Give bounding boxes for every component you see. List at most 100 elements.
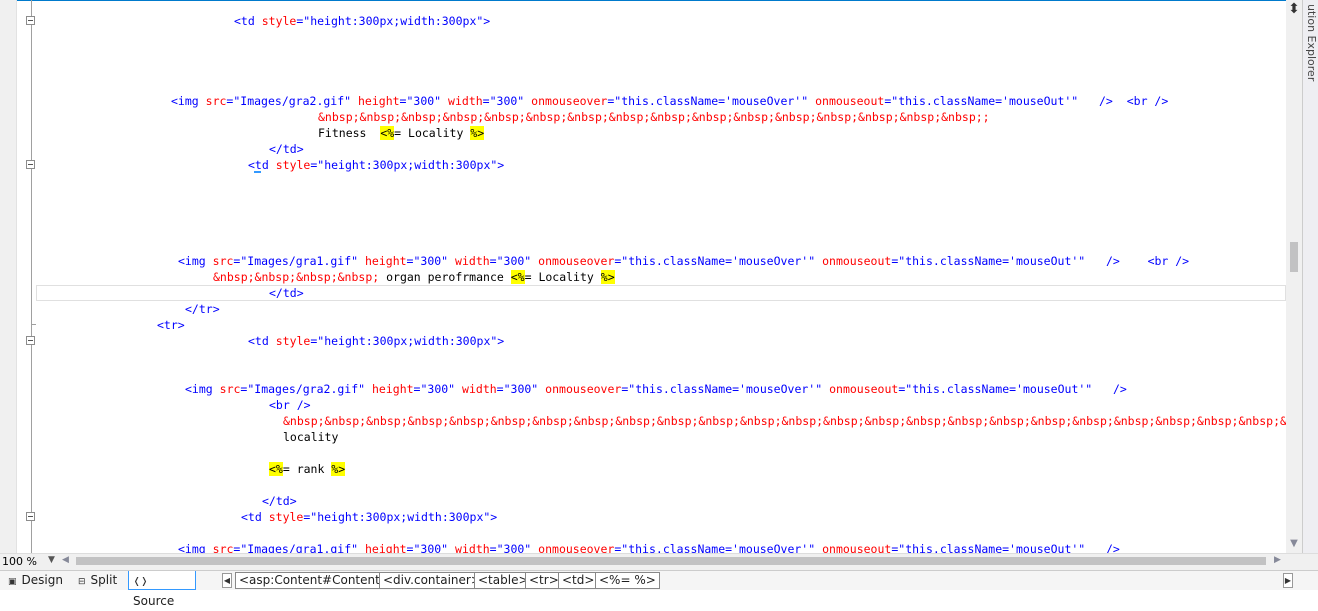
attribute-name: height [372, 382, 414, 396]
code-line[interactable]: locality [0, 429, 338, 445]
tag-name: <td [241, 510, 262, 524]
attribute-name: onmouseout [822, 542, 892, 553]
code-line[interactable]: <img src="Images/gra1.gif" height="300" … [0, 541, 1120, 553]
source-label: Source [133, 594, 175, 608]
design-view-button[interactable]: ▣ Design [4, 571, 67, 590]
attribute-name: width [462, 382, 497, 396]
text-content: Fitness [318, 126, 381, 140]
attribute-name: onmouseout [829, 382, 899, 396]
current-line-highlight [36, 285, 1286, 301]
server-expression: = rank [282, 462, 332, 476]
attribute-value: "height:300px;width:300px" [317, 158, 498, 172]
br-tag: <br /> [1147, 254, 1190, 268]
breadcrumb-item[interactable]: <%= %> [595, 572, 660, 589]
code-line[interactable]: <img src="Images/gra2.gif" height="300" … [0, 93, 1168, 109]
split-handle-icon[interactable]: ⬍ [1286, 0, 1302, 18]
solution-explorer-tab[interactable]: ution Explorer [1305, 4, 1318, 81]
attribute-name: onmouseover [545, 382, 622, 396]
text-content: locality [283, 430, 339, 444]
code-line[interactable]: <td style="height:300px;width:300px"> [0, 13, 490, 29]
split-icon: ⊟ [78, 577, 86, 587]
attribute-name: width [448, 94, 483, 108]
attribute-value: "300" [496, 542, 532, 553]
code-line[interactable]: <img src="Images/gra2.gif" height="300" … [0, 381, 1127, 397]
breadcrumb-item[interactable]: <asp:Content#Content2> [235, 572, 402, 589]
tag-close: /> [1113, 382, 1127, 396]
server-tag-close: %> [600, 270, 615, 284]
tag-close: > [497, 334, 505, 348]
tag-name: <tr> [157, 318, 185, 332]
tag-close: /> [1106, 254, 1120, 268]
tag-close: > [497, 158, 505, 172]
html-entity: &nbsp;&nbsp;&nbsp;&nbsp;&nbsp;&nbsp;&nbs… [283, 414, 1286, 428]
split-view-button[interactable]: ⊟ Split [74, 571, 121, 590]
attribute-name: src [212, 254, 234, 268]
zoom-level[interactable]: 100 % [2, 555, 37, 568]
code-line[interactable]: </td> [0, 493, 297, 509]
attribute-value: "Images/gra2.gif" [233, 94, 352, 108]
attribute-value: "height:300px;width:300px" [317, 334, 498, 348]
outline-tick [31, 324, 36, 325]
code-line[interactable]: <td style="height:300px;width:300px"> [0, 509, 497, 525]
breadcrumb-prev-icon[interactable]: ◀ [222, 573, 232, 588]
tag-name: </tr> [185, 302, 220, 316]
source-icon: ❬❭ [133, 577, 149, 587]
attribute-name: src [205, 94, 227, 108]
tag-name: <img [178, 542, 206, 553]
attribute-value: "300" [420, 382, 456, 396]
breadcrumb-item[interactable]: <td> [558, 572, 599, 589]
code-line[interactable]: Fitness <%= Locality %> [0, 125, 485, 141]
attribute-value: "300" [406, 94, 442, 108]
attribute-value: "this.className='mouseOver'" [614, 94, 809, 108]
code-line[interactable]: &nbsp;&nbsp;&nbsp;&nbsp; organ perofrman… [0, 269, 615, 285]
code-line[interactable]: <%= rank %> [0, 461, 346, 477]
code-line[interactable]: <tr> [0, 317, 185, 333]
tag-name: <td [248, 334, 269, 348]
server-tag-open: <% [510, 270, 525, 284]
attribute-name: style [275, 158, 311, 172]
attribute-name: onmouseover [531, 94, 608, 108]
split-label: Split [90, 573, 118, 587]
outlining-guide [31, 0, 32, 553]
attribute-name: width [455, 254, 490, 268]
attribute-name: width [455, 542, 490, 553]
vertical-scroll-thumb[interactable] [1290, 242, 1298, 272]
br-tag: <br /> [269, 398, 311, 412]
attribute-value: "height:300px;width:300px" [303, 14, 484, 28]
attribute-value: "300" [413, 542, 449, 553]
code-line[interactable]: </tr> [0, 301, 220, 317]
horizontal-scroll-thumb[interactable] [76, 557, 1266, 565]
code-line[interactable]: <br /> [0, 397, 311, 413]
collapse-icon[interactable] [26, 16, 35, 25]
code-editor[interactable]: <td style="height:300px;width:300px"> <i… [0, 0, 1286, 553]
html-entity: &nbsp;&nbsp;&nbsp;&nbsp;&nbsp;&nbsp;&nbs… [318, 110, 990, 124]
tag-name: <img [171, 94, 199, 108]
solution-explorer-dock[interactable] [1302, 0, 1318, 553]
code-line[interactable]: <td style="height:300px;width:300px"> [0, 333, 504, 349]
collapse-icon[interactable] [26, 336, 35, 345]
attribute-value: "this.className='mouseOut'" [898, 254, 1086, 268]
server-tag-open: <% [269, 462, 283, 476]
collapse-icon[interactable] [26, 512, 35, 521]
code-line[interactable]: <td style="height:300px;width:300px"> [0, 157, 504, 173]
source-view-button[interactable]: ❬❭ Source [128, 571, 196, 608]
breadcrumb-next-icon[interactable]: ▶ [1283, 573, 1293, 588]
code-line[interactable]: </td> [0, 285, 304, 301]
scroll-right-icon[interactable]: ▶ [1274, 555, 1281, 565]
code-line[interactable]: </td> [0, 141, 304, 157]
design-icon: ▣ [8, 577, 17, 587]
breadcrumb-item[interactable]: <table> [474, 572, 533, 589]
scroll-left-icon[interactable]: ◀ [62, 555, 69, 565]
breadcrumb-item[interactable]: <div.container> [379, 572, 485, 589]
scroll-down-icon[interactable]: ▼ [1286, 536, 1302, 552]
vertical-scrollbar[interactable] [1286, 0, 1302, 553]
tag-name: </td> [269, 286, 304, 300]
chevron-down-icon[interactable]: ▼ [48, 555, 55, 565]
code-line[interactable]: &nbsp;&nbsp;&nbsp;&nbsp;&nbsp;&nbsp;&nbs… [0, 109, 990, 125]
code-line[interactable]: &nbsp;&nbsp;&nbsp;&nbsp;&nbsp;&nbsp;&nbs… [0, 413, 1286, 429]
collapse-icon[interactable] [26, 160, 35, 169]
attribute-value: "this.className='mouseOut'" [891, 94, 1079, 108]
text-content: organ perofrmance [379, 270, 511, 284]
code-line[interactable]: <img src="Images/gra1.gif" height="300" … [0, 253, 1189, 269]
attribute-name: style [268, 510, 304, 524]
